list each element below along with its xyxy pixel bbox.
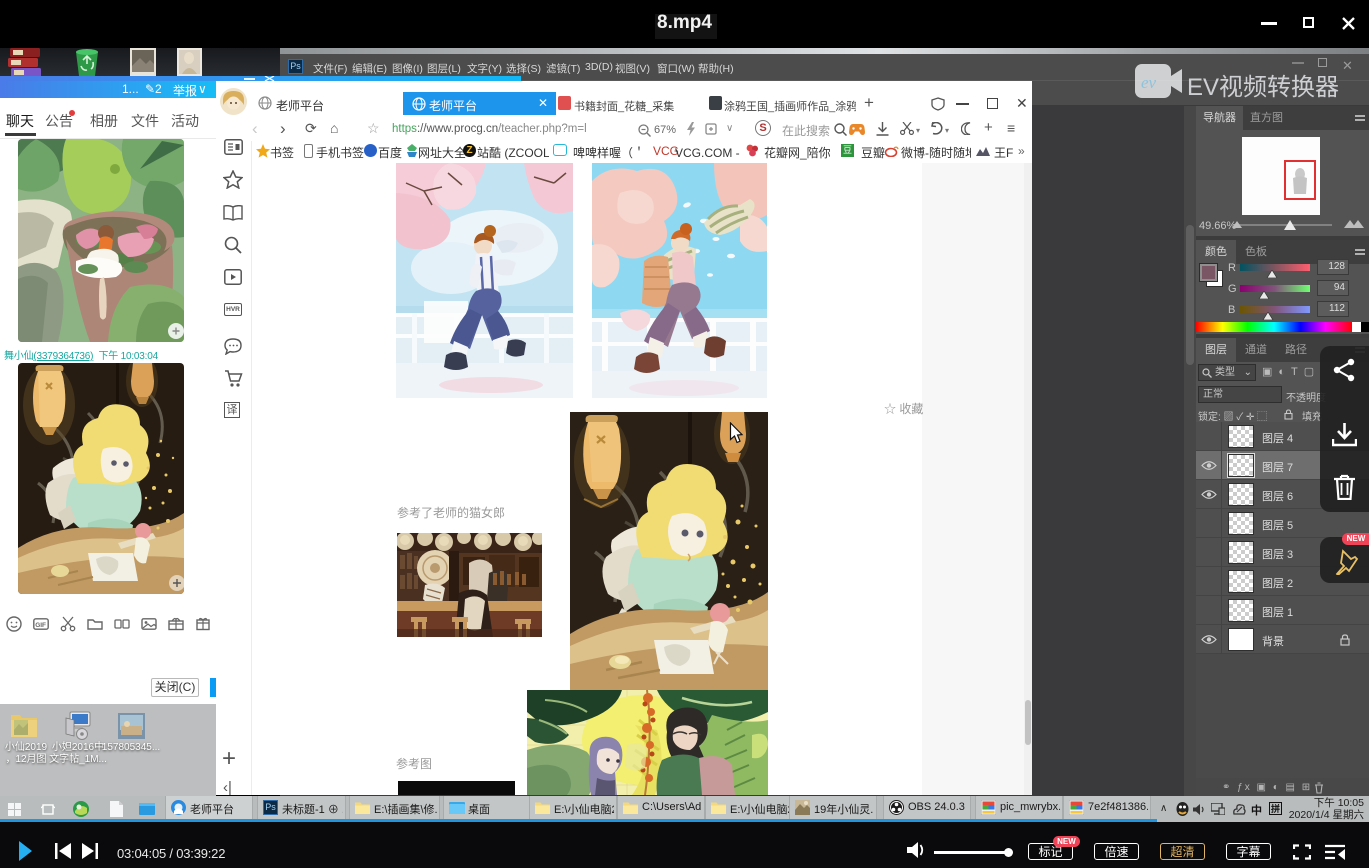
svg-text:ev: ev: [1141, 73, 1157, 92]
svg-text:GIF: GIF: [35, 622, 46, 629]
